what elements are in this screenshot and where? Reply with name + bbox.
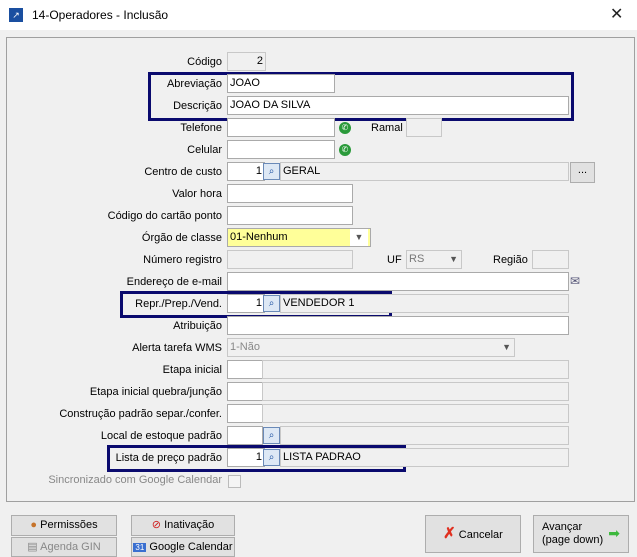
inativacao-button[interactable]: ⊘ Inativação	[131, 515, 235, 536]
app-icon: ↗	[9, 8, 23, 22]
local-estoque-name	[280, 426, 569, 445]
label-celular: Celular	[187, 144, 222, 156]
alerta-select: 1-Não ▼	[227, 338, 515, 357]
label-etapa-inicial: Etapa inicial	[162, 364, 222, 376]
avancar-label: Avançar	[542, 521, 583, 533]
label-atribuicao: Atribuição	[173, 320, 222, 332]
chevron-down-icon: ▼	[449, 254, 458, 264]
sincronizado-checkbox[interactable]	[228, 475, 241, 488]
label-alerta: Alerta tarefa WMS	[132, 342, 222, 354]
search-icon[interactable]: ⌕	[263, 163, 280, 180]
label-regiao: Região	[493, 254, 528, 266]
label-codigo: Código	[187, 56, 222, 68]
google-calendar-label: Google Calendar	[149, 541, 233, 553]
label-abreviacao: Abreviação	[166, 78, 222, 90]
cartao-ponto-field[interactable]	[227, 206, 353, 225]
label-cartao-ponto: Código do cartão ponto	[107, 210, 222, 222]
ramal-field[interactable]	[406, 118, 442, 137]
orgao-classe-value: 01-Nenhum	[230, 231, 288, 243]
label-construcao: Construção padrão separ./confer.	[59, 408, 222, 420]
calendar-icon: 31	[133, 543, 147, 552]
centro-custo-more-button[interactable]: ...	[570, 162, 595, 183]
numero-registro-field	[227, 250, 353, 269]
label-orgao-classe: Órgão de classe	[141, 232, 222, 244]
uf-select: RS ▼	[406, 250, 462, 269]
lista-preco-code[interactable]: 1	[227, 448, 265, 467]
window-title: 14-Operadores - Inclusão	[32, 8, 169, 22]
avancar-button[interactable]: Avançar (page down) ➡	[533, 515, 629, 553]
google-calendar-button[interactable]: 31 Google Calendar	[131, 537, 235, 557]
cancelar-button[interactable]: ✗ Cancelar	[425, 515, 521, 553]
permissoes-button[interactable]: ● Permissões	[11, 515, 117, 536]
label-centro-custo: Centro de custo	[144, 166, 222, 178]
label-descricao: Descrição	[173, 100, 222, 112]
email-field[interactable]	[227, 272, 569, 291]
whatsapp-icon[interactable]: ✆	[339, 122, 351, 134]
chevron-down-icon: ▼	[502, 342, 511, 352]
agenda-gin-label: Agenda GIN	[40, 541, 101, 553]
label-sincronizado: Sincronizado com Google Calendar	[48, 474, 222, 486]
avancar-hint: (page down)	[542, 534, 604, 546]
regiao-field	[532, 250, 569, 269]
close-icon[interactable]: ✕	[610, 4, 623, 24]
alerta-value: 1-Não	[230, 341, 260, 353]
abreviacao-field[interactable]: JOAO	[227, 74, 335, 93]
label-valor-hora: Valor hora	[172, 188, 222, 200]
chevron-down-icon[interactable]: ▼	[350, 229, 368, 246]
local-estoque-code[interactable]	[227, 426, 263, 445]
lista-preco-name: LISTA PADRAO	[280, 448, 569, 467]
inativacao-label: Inativação	[164, 519, 215, 531]
centro-custo-name: GERAL	[280, 162, 569, 181]
atribuicao-field[interactable]	[227, 316, 569, 335]
search-icon[interactable]: ⌕	[263, 295, 280, 312]
label-lista-preco: Lista de preço padrão	[115, 452, 222, 464]
no-entry-icon: ⊘	[151, 519, 161, 531]
etapa-quebra-code[interactable]	[227, 382, 263, 401]
cancelar-label: Cancelar	[458, 529, 503, 541]
label-uf: UF	[387, 254, 402, 266]
construcao-code[interactable]	[227, 404, 263, 423]
agenda-gin-button: ▤ Agenda GIN	[11, 537, 117, 557]
envelope-icon[interactable]: ✉	[570, 274, 580, 288]
x-icon: ✗	[443, 525, 456, 542]
label-ramal: Ramal	[371, 122, 403, 134]
search-icon[interactable]: ⌕	[263, 427, 280, 444]
search-icon[interactable]: ⌕	[263, 449, 280, 466]
label-telefone: Telefone	[180, 122, 222, 134]
whatsapp-icon[interactable]: ✆	[339, 144, 351, 156]
etapa-inicial-name	[262, 360, 569, 379]
label-repr: Repr./Prep./Vend.	[135, 298, 222, 310]
centro-custo-code-field[interactable]: 1	[227, 162, 265, 181]
construcao-name	[262, 404, 569, 423]
valor-hora-field[interactable]	[227, 184, 353, 203]
label-local-estoque: Local de estoque padrão	[100, 430, 222, 442]
agenda-icon: ▤	[27, 541, 38, 553]
etapa-quebra-name	[262, 382, 569, 401]
codigo-field: 2	[227, 52, 266, 71]
arrow-right-icon: ➡	[608, 525, 620, 541]
etapa-inicial-code[interactable]	[227, 360, 263, 379]
repr-code-field[interactable]: 1	[227, 294, 265, 313]
label-etapa-quebra: Etapa inicial quebra/junção	[89, 386, 222, 398]
user-check-icon: ●	[30, 519, 38, 531]
repr-name: VENDEDOR 1	[280, 294, 569, 313]
descricao-field[interactable]: JOAO DA SILVA	[227, 96, 569, 115]
uf-value: RS	[409, 253, 425, 265]
label-email: Endereço de e-mail	[126, 276, 222, 288]
celular-field[interactable]	[227, 140, 335, 159]
telefone-field[interactable]	[227, 118, 335, 137]
label-numero-registro: Número registro	[143, 254, 222, 266]
permissoes-label: Permissões	[40, 519, 98, 531]
